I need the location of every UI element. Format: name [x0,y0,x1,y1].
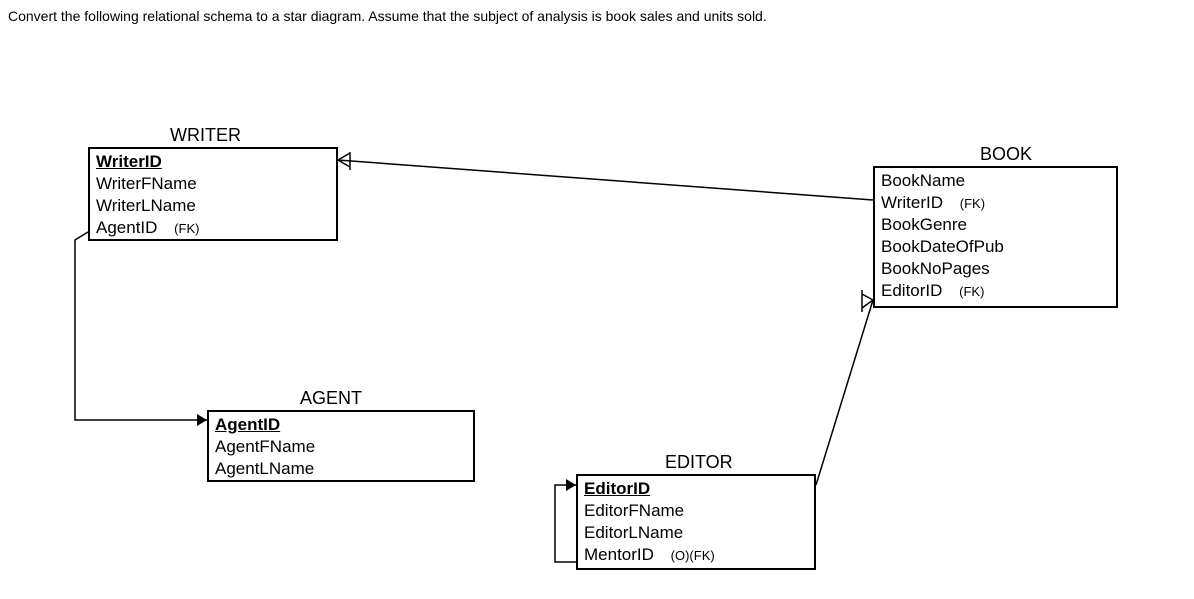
book-nopages: BookNoPages [881,258,1110,280]
book-attrs: BookName WriterID (FK) BookGenre BookDat… [875,168,1116,305]
writer-attrs: WriterID WriterFName WriterLName AgentID… [90,149,336,241]
editor-mentorid-label: MentorID [584,545,654,564]
book-entity: BookName WriterID (FK) BookGenre BookDat… [873,166,1118,308]
book-writerid-fk: (FK) [960,196,985,211]
agent-title: AGENT [300,388,362,409]
book-writerid: WriterID (FK) [881,192,1110,214]
writer-agentid-label: AgentID [96,218,157,237]
book-editorid-label: EditorID [881,281,942,300]
agent-lname: AgentLName [215,458,467,480]
writer-title: WRITER [170,125,241,146]
editor-lname: EditorLName [584,522,808,544]
editor-pk: EditorID [584,478,808,500]
book-title: BOOK [980,144,1032,165]
agent-attrs: AgentID AgentFName AgentLName [209,412,473,482]
book-genre: BookGenre [881,214,1110,236]
agent-entity: AgentID AgentFName AgentLName [207,410,475,482]
book-writerid-label: WriterID [881,193,943,212]
editor-mentorid: MentorID (O)(FK) [584,544,808,566]
editor-fname: EditorFName [584,500,808,522]
editor-mentorid-fk: (O)(FK) [671,548,715,563]
writer-agentid: AgentID (FK) [96,217,330,239]
writer-entity: WriterID WriterFName WriterLName AgentID… [88,147,338,241]
book-dateofpub: BookDateOfPub [881,236,1110,258]
writer-fname: WriterFName [96,173,330,195]
instruction-text: Convert the following relational schema … [8,8,767,24]
book-editorid-fk: (FK) [959,284,984,299]
editor-attrs: EditorID EditorFName EditorLName MentorI… [578,476,814,568]
writer-lname: WriterLName [96,195,330,217]
agent-pk: AgentID [215,414,467,436]
book-editorid: EditorID (FK) [881,280,1110,302]
editor-title: EDITOR [665,452,733,473]
book-bookname: BookName [881,170,1110,192]
editor-entity: EditorID EditorFName EditorLName MentorI… [576,474,816,570]
writer-agentid-fk: (FK) [174,221,199,236]
agent-fname: AgentFName [215,436,467,458]
writer-pk: WriterID [96,151,330,173]
